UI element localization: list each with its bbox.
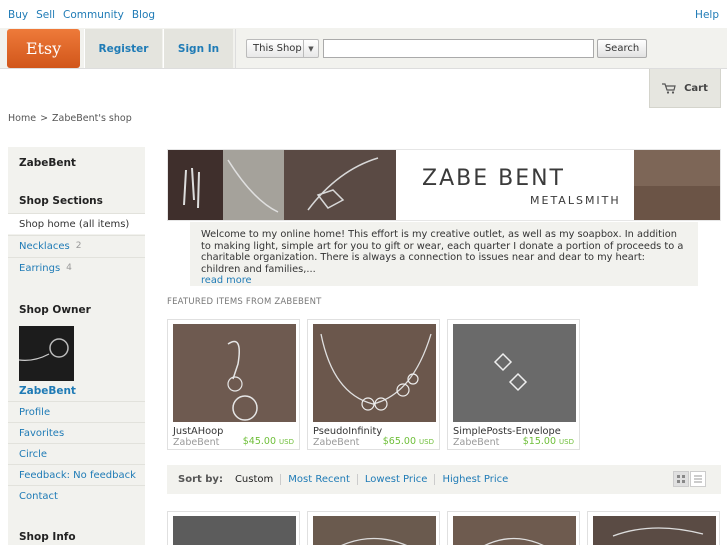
shop-banner: ZABE BENT METALSMITH (167, 149, 721, 221)
nav-sell-link[interactable]: Sell (36, 9, 55, 21)
item-seller: ZabeBent (313, 437, 360, 448)
owner-favorites-link[interactable]: Favorites (8, 422, 145, 443)
section-necklaces[interactable]: Necklaces 2 (8, 235, 145, 256)
item-price: $65.00 USD (383, 436, 434, 447)
banner-title: ZABE BENT (422, 166, 565, 191)
item-price-value: $15.00 (522, 436, 556, 447)
cart-button[interactable]: Cart (649, 69, 721, 108)
register-button[interactable]: Register (84, 29, 162, 68)
owner-link-label: Favorites (19, 427, 65, 439)
listing-item[interactable] (447, 511, 580, 545)
item-seller: ZabeBent (173, 437, 220, 448)
item-title[interactable]: PseudoInfinity (313, 426, 382, 437)
item-image[interactable] (593, 516, 716, 545)
owner-name-link[interactable]: ZabeBent (19, 385, 76, 397)
item-price-value: $65.00 (382, 436, 416, 447)
sign-in-button[interactable]: Sign In (163, 29, 233, 68)
sort-custom[interactable]: Custom (233, 474, 280, 485)
grid-view-icon[interactable] (673, 471, 689, 487)
search-input[interactable] (323, 39, 594, 58)
banner-photos (168, 150, 396, 220)
section-label: Earrings (19, 262, 61, 274)
help-link[interactable]: Help (695, 9, 719, 21)
item-image[interactable] (313, 324, 436, 422)
owner-link-label: Contact (19, 490, 58, 502)
owner-circle-link[interactable]: Circle (8, 443, 145, 464)
breadcrumb: Home > ZabeBent's shop (8, 113, 132, 124)
item-image[interactable] (173, 324, 296, 422)
sort-lowest-price[interactable]: Lowest Price (356, 474, 435, 485)
shop-sections-title: Shop Sections (19, 195, 103, 207)
section-label: Necklaces (19, 240, 70, 252)
sort-bar: Sort by: Custom Most Recent Lowest Price… (167, 465, 721, 494)
search-button[interactable]: Search (597, 39, 647, 58)
owner-avatar[interactable] (19, 326, 74, 381)
section-shop-home[interactable]: Shop home (all items) (8, 213, 145, 234)
breadcrumb-separator: > (40, 113, 49, 124)
item-image[interactable] (453, 324, 576, 422)
item-seller: ZabeBent (453, 437, 500, 448)
featured-heading: FEATURED ITEMS FROM ZABEBENT (167, 297, 322, 307)
section-earrings[interactable]: Earrings 4 (8, 257, 145, 278)
section-count: 4 (66, 263, 72, 273)
section-label: Shop home (all items) (19, 218, 130, 230)
announcement-text: Welcome to my online home! This effort i… (201, 229, 684, 275)
sort-most-recent[interactable]: Most Recent (280, 474, 357, 485)
shop-name: ZabeBent (19, 157, 76, 169)
item-price: $15.00 USD (523, 436, 574, 447)
item-currency: USD (419, 438, 434, 446)
sort-label: Sort by: (178, 474, 223, 485)
shop-owner-title: Shop Owner (19, 304, 91, 316)
cart-icon (662, 83, 676, 94)
sort-highest-price[interactable]: Highest Price (434, 474, 515, 485)
featured-item[interactable]: SimplePosts-Envelope ZabeBent $15.00 USD (447, 319, 580, 450)
read-more-link[interactable]: read more (201, 275, 687, 287)
item-currency: USD (559, 438, 574, 446)
shop-sidebar: ZabeBent Shop Sections Shop home (all it… (8, 147, 145, 545)
owner-link-label: Circle (19, 448, 48, 460)
item-price-value: $45.00 (242, 436, 276, 447)
search-scope-select[interactable]: This Shop ▼ (246, 39, 319, 58)
search-scope-label: This Shop (253, 43, 302, 54)
nav-community-link[interactable]: Community (63, 9, 124, 21)
item-currency: USD (279, 438, 294, 446)
breadcrumb-home[interactable]: Home (8, 113, 36, 124)
owner-contact-link[interactable]: Contact (8, 485, 145, 506)
chevron-down-icon[interactable]: ▼ (303, 40, 318, 57)
banner-subtitle: METALSMITH (530, 194, 621, 207)
owner-profile-link[interactable]: Profile (8, 401, 145, 422)
shop-info-title: Shop Info (19, 531, 76, 543)
item-image[interactable] (313, 516, 436, 545)
shop-announcement: Welcome to my online home! This effort i… (190, 222, 698, 286)
nav-blog-link[interactable]: Blog (132, 9, 155, 21)
item-title[interactable]: JustAHoop (173, 426, 223, 437)
owner-feedback-link[interactable]: Feedback: No feedback (8, 464, 145, 485)
breadcrumb-shop[interactable]: ZabeBent's shop (52, 113, 132, 124)
item-image[interactable] (173, 516, 296, 545)
owner-link-label: Profile (19, 406, 51, 418)
list-view-icon[interactable] (690, 471, 706, 487)
banner-texture-photo (634, 150, 720, 220)
etsy-logo[interactable]: Etsy (7, 29, 80, 68)
cart-label: Cart (684, 82, 708, 94)
nav-buy-link[interactable]: Buy (8, 9, 28, 21)
listing-item[interactable] (167, 511, 300, 545)
listing-item[interactable] (307, 511, 440, 545)
owner-link-label: Feedback: No feedback (19, 469, 136, 481)
featured-item[interactable]: PseudoInfinity ZabeBent $65.00 USD (307, 319, 440, 450)
item-image[interactable] (453, 516, 576, 545)
featured-item[interactable]: JustAHoop ZabeBent $45.00 USD (167, 319, 300, 450)
item-price: $45.00 USD (243, 436, 294, 447)
section-count: 2 (75, 241, 82, 251)
top-nav: Buy Sell Community Blog Help (0, 0, 727, 28)
listing-item[interactable] (587, 511, 720, 545)
top-nav-links: Buy Sell Community Blog (8, 9, 155, 21)
